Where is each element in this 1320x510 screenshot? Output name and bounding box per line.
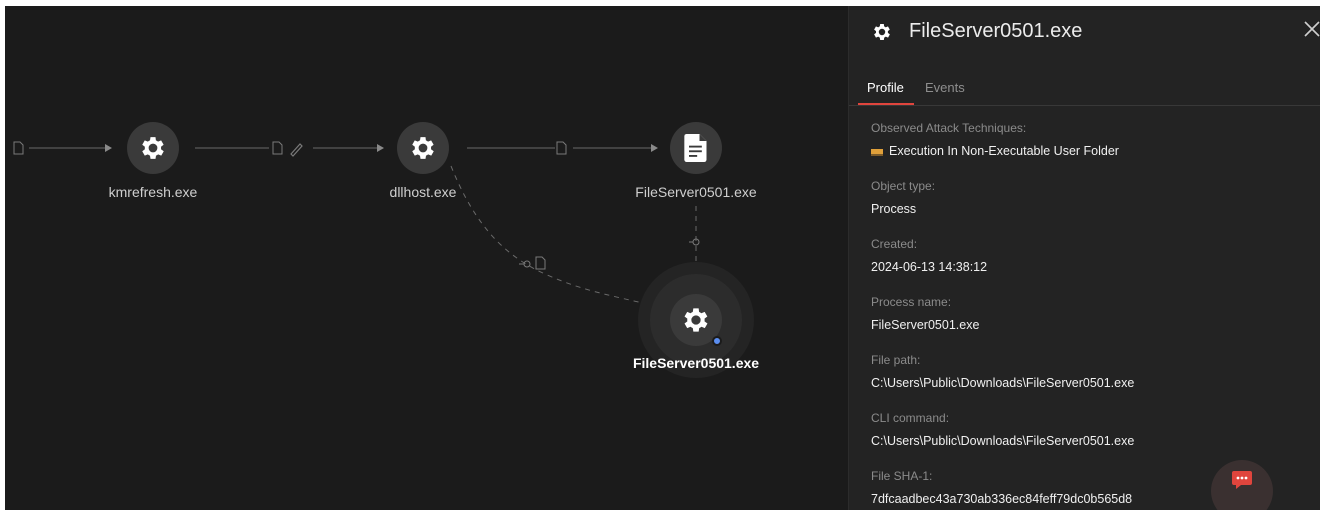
status-dot [712, 336, 722, 346]
gear-icon [142, 137, 164, 159]
cli-command-value: C:\Users\Public\Downloads\FileServer0501… [871, 434, 1135, 448]
graph-edges [13, 141, 700, 307]
edge-dllhost-process [450, 165, 656, 307]
node-circle[interactable] [670, 122, 722, 174]
file-path-value: C:\Users\Public\Downloads\FileServer0501… [871, 376, 1135, 390]
file-icon [272, 141, 283, 155]
app-window: kmrefresh.exe dllhost.exe FileServer0501… [5, 6, 1320, 510]
created-label: Created: [871, 237, 918, 251]
tab-events[interactable]: Events [925, 80, 965, 95]
gear-icon [874, 24, 890, 40]
node-label-dllhost: dllhost.exe [389, 184, 457, 200]
gear-icon [684, 308, 708, 332]
node-label-fileserver-process: FileServer0501.exe [632, 355, 760, 371]
process-graph-canvas[interactable]: kmrefresh.exe dllhost.exe FileServer0501… [5, 6, 848, 510]
network-icon [519, 260, 531, 268]
process-name-value: FileServer0501.exe [871, 318, 980, 332]
node-circle[interactable] [397, 122, 449, 174]
file-icon [13, 141, 24, 155]
panel-title: FileServer0501.exe [909, 20, 1083, 42]
gear-icon [412, 137, 434, 159]
cli-command-label: CLI command: [871, 411, 950, 425]
object-type-value: Process [871, 202, 917, 216]
node-circle[interactable] [127, 122, 179, 174]
created-value: 2024-06-13 14:38:12 [871, 260, 988, 274]
chat-button[interactable] [1211, 460, 1273, 510]
node-label-kmrefresh: kmrefresh.exe [108, 184, 198, 200]
severity-indicator-base [871, 154, 883, 156]
close-icon[interactable] [1301, 18, 1320, 40]
sha1-value: 7dfcaadbec43a730ab336ec84feff79dc0b565d8 [871, 492, 1133, 506]
process-name-label: Process name: [871, 295, 952, 309]
chat-icon [1232, 471, 1252, 489]
object-type-label: Object type: [871, 179, 936, 193]
tab-profile[interactable]: Profile [867, 80, 904, 95]
active-tab-indicator [858, 103, 914, 105]
file-path-label: File path: [871, 353, 921, 367]
node-label-fileserver-file: FileServer0501.exe [635, 184, 757, 200]
sha1-label: File SHA-1: [871, 469, 933, 483]
details-panel: FileServer0501.exe Profile Events Observ… [848, 6, 1320, 510]
document-icon [684, 134, 707, 162]
techniques-label: Observed Attack Techniques: [871, 121, 1027, 135]
pencil-icon [290, 143, 303, 157]
file-icon [556, 141, 567, 155]
file-icon [535, 256, 546, 270]
network-icon [689, 238, 700, 246]
panel-tabs: Profile Events [849, 74, 1320, 106]
technique-item[interactable]: Execution In Non-Executable User Folder [889, 144, 1119, 158]
